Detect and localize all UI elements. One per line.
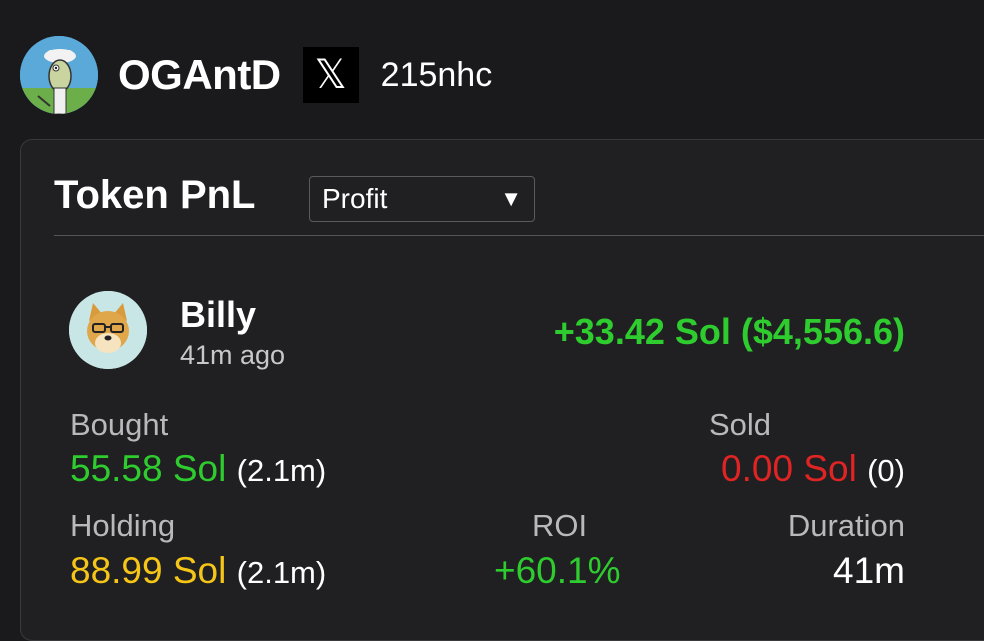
bought-stat: 55.58 Sol (2.1m)	[70, 448, 326, 490]
ant-character-icon	[20, 36, 98, 114]
token-avatar[interactable]	[69, 291, 147, 369]
divider	[54, 235, 984, 236]
duration-value: 41m	[833, 550, 905, 591]
token-pnl-card: Token PnL Profit ▼ Billy 41m ago +33.42 …	[20, 139, 984, 641]
bought-value: 55.58 Sol	[70, 448, 227, 489]
user-avatar[interactable]	[20, 36, 98, 114]
sold-stat: 0.00 Sol (0)	[721, 448, 905, 490]
bought-count: (2.1m)	[236, 453, 327, 488]
card-title: Token PnL	[54, 173, 256, 217]
bought-label: Bought	[70, 407, 169, 442]
holding-label: Holding	[70, 508, 176, 543]
holding-stat: 88.99 Sol (2.1m)	[70, 550, 326, 592]
roi-label: ROI	[532, 508, 588, 543]
roi-value: +60.1%	[494, 550, 621, 591]
sold-label: Sold	[709, 407, 772, 442]
doge-icon	[69, 291, 147, 369]
token-time-ago: 41m ago	[180, 340, 286, 370]
pnl-filter-select[interactable]: Profit ▼	[309, 176, 535, 222]
x-logo-icon[interactable]: 𝕏	[302, 47, 359, 103]
x-handle[interactable]: 215nhc	[381, 56, 493, 95]
sold-count: (0)	[867, 453, 905, 488]
holding-count: (2.1m)	[236, 555, 327, 590]
pnl-filter-value: Profit	[322, 183, 388, 214]
token-name[interactable]: Billy	[180, 294, 256, 336]
token-pnl-value: +33.42 Sol ($4,556.6)	[553, 311, 905, 352]
holding-value: 88.99 Sol	[70, 550, 227, 591]
duration-label: Duration	[787, 508, 905, 543]
username[interactable]: OGAntD	[118, 51, 281, 99]
chevron-down-icon: ▼	[500, 186, 522, 211]
profile-header: OGAntD 𝕏 215nhc	[20, 36, 492, 114]
sold-value: 0.00 Sol	[721, 448, 857, 489]
